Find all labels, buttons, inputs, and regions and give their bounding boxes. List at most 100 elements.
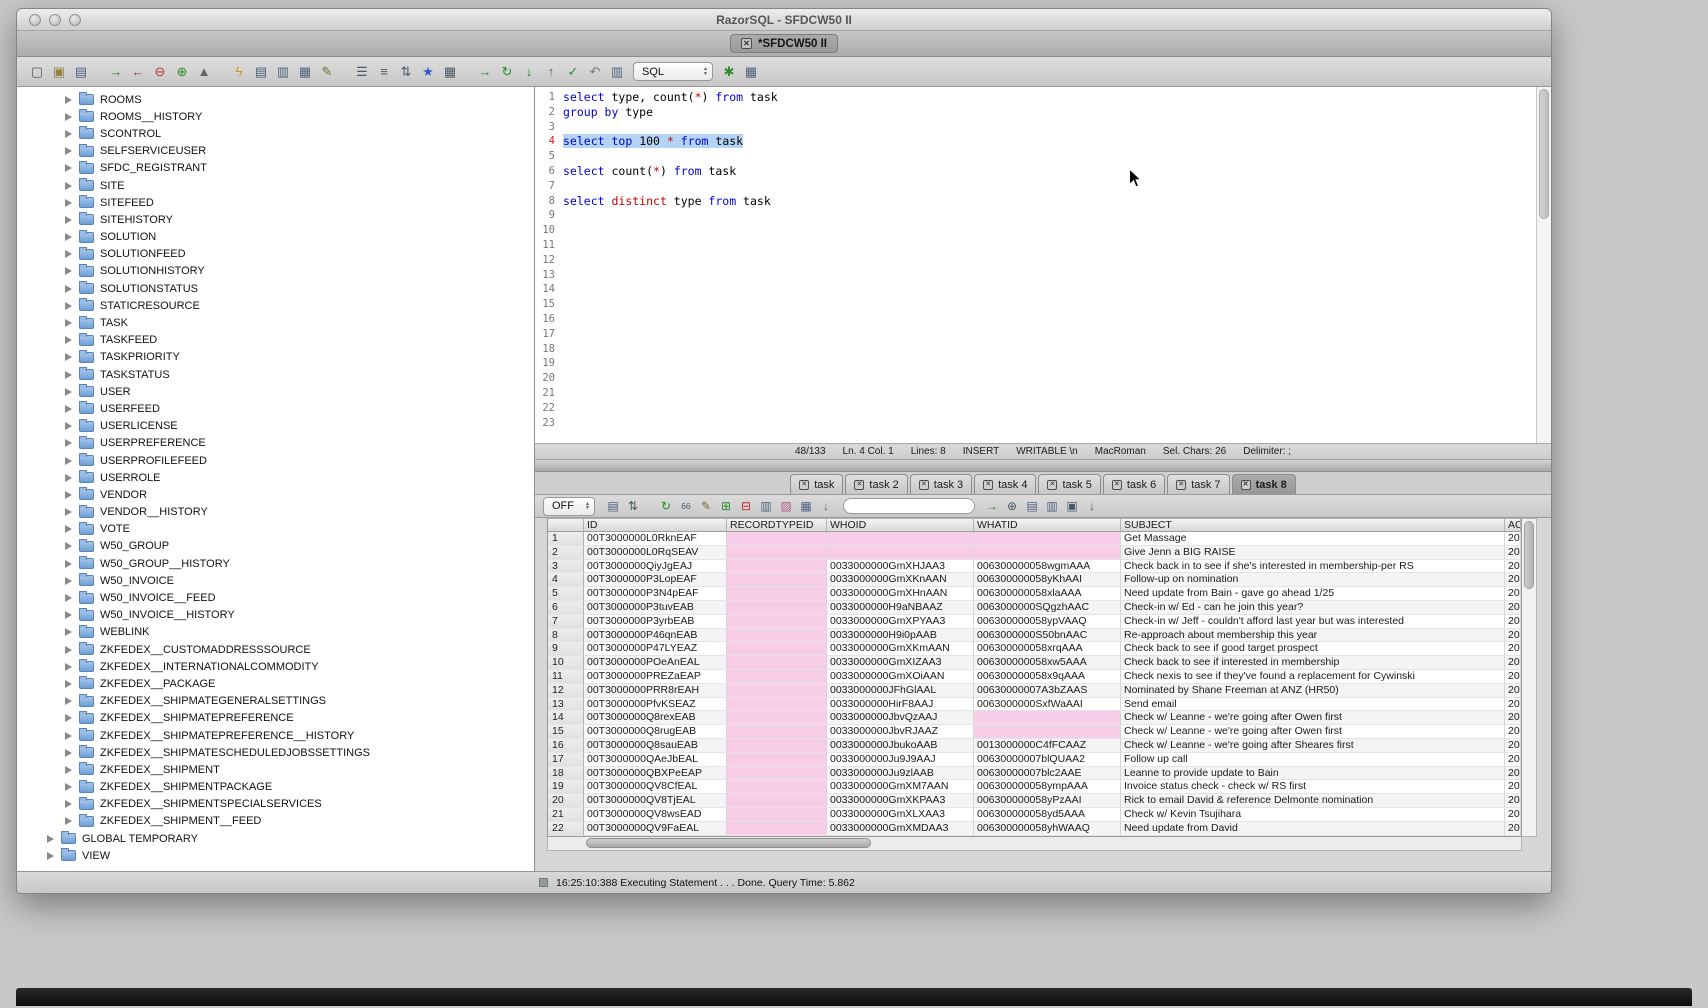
- table-cell[interactable]: 0033000000GmXHnAAN: [827, 587, 974, 601]
- sql-editor[interactable]: 1234567891011121314151617181920212223 se…: [535, 87, 1551, 444]
- tab-close-icon[interactable]: [1112, 480, 1122, 490]
- column-header-id[interactable]: ID: [584, 518, 727, 532]
- tree-item-zkfedex-shipment[interactable]: ZKFEDEX__SHIPMENT: [17, 761, 534, 778]
- download-icon[interactable]: ↓: [1083, 497, 1101, 515]
- tree-item-solution[interactable]: SOLUTION: [17, 229, 534, 246]
- table-cell[interactable]: 200: [1505, 670, 1521, 684]
- disclosure-triangle-icon[interactable]: [65, 714, 72, 722]
- row-number-cell[interactable]: 14: [548, 711, 584, 725]
- result-tab-task-8[interactable]: task 8: [1232, 474, 1296, 494]
- code-line[interactable]: [563, 120, 1536, 135]
- result-tab-task-6[interactable]: task 6: [1103, 474, 1165, 494]
- table-cell[interactable]: 006300000058x9qAAA: [974, 670, 1121, 684]
- table-cell[interactable]: 00T3000000L0RqSEAV: [584, 546, 727, 560]
- copy-icon[interactable]: ▥: [273, 62, 293, 82]
- tree-item-view[interactable]: VIEW: [17, 847, 534, 864]
- table-cell[interactable]: 006300000058xw5AAA: [974, 656, 1121, 670]
- table-row[interactable]: 2200T3000000QV9FaEAL0033000000GmXMDAA300…: [548, 822, 1521, 836]
- print-icon[interactable]: ▣: [1063, 497, 1081, 515]
- table-cell[interactable]: [727, 725, 827, 739]
- tree-item-vendor[interactable]: VENDOR: [17, 486, 534, 503]
- table-cell[interactable]: 00630000007blc2AAE: [974, 767, 1121, 781]
- disclosure-triangle-icon[interactable]: [65, 199, 72, 207]
- disclosure-triangle-icon[interactable]: [47, 852, 54, 860]
- row-number-cell[interactable]: 7: [548, 615, 584, 629]
- table-cell[interactable]: [727, 587, 827, 601]
- execute-icon[interactable]: →: [475, 62, 495, 82]
- table-row[interactable]: 1900T3000000QV8CfEAL0033000000GmXM7AAN00…: [548, 780, 1521, 794]
- execute-all-icon[interactable]: ↻: [497, 62, 517, 82]
- delete-object-icon[interactable]: ⊖: [150, 62, 170, 82]
- undo-icon[interactable]: ↶: [585, 62, 605, 82]
- table-cell[interactable]: 200: [1505, 560, 1521, 574]
- results-vertical-scrollbar[interactable]: [1522, 518, 1537, 837]
- scrollbar-thumb[interactable]: [1524, 521, 1534, 589]
- column-header-ac[interactable]: AC: [1505, 518, 1521, 532]
- table-cell[interactable]: 200: [1505, 684, 1521, 698]
- document-tab[interactable]: *SFDCW50 II: [730, 34, 838, 53]
- table-row[interactable]: 1500T3000000Q8rugEAB0033000000JbvRJAAZCh…: [548, 725, 1521, 739]
- code-line[interactable]: [563, 371, 1536, 386]
- validate-check-icon[interactable]: ✓: [563, 62, 583, 82]
- table-row[interactable]: 300T3000000QiyJgEAJ0033000000GmXHJAA3006…: [548, 560, 1521, 574]
- tree-item-sitefeed[interactable]: SITEFEED: [17, 194, 534, 211]
- copy-cell-icon[interactable]: ▥: [757, 497, 775, 515]
- find-next-icon[interactable]: →: [983, 497, 1001, 515]
- row-number-cell[interactable]: 19: [548, 780, 584, 794]
- tree-item-userlicense[interactable]: USERLICENSE: [17, 418, 534, 435]
- tree-item-w50-group[interactable]: W50_GROUP: [17, 538, 534, 555]
- disclosure-triangle-icon[interactable]: [65, 697, 72, 705]
- table-row[interactable]: 1000T3000000POeAnEAL0033000000GmXIZAA300…: [548, 656, 1521, 670]
- last-page-icon[interactable]: ▥: [1043, 497, 1061, 515]
- row-number-cell[interactable]: 11: [548, 670, 584, 684]
- table-cell[interactable]: Check w/ Leanne - we're going after Owen…: [1121, 711, 1505, 725]
- disclosure-triangle-icon[interactable]: [65, 732, 72, 740]
- tree-item-vote[interactable]: VOTE: [17, 521, 534, 538]
- table-cell[interactable]: 00T3000000QV8CfEAL: [584, 780, 727, 794]
- list-icon[interactable]: ☰: [352, 62, 372, 82]
- table-row[interactable]: 2000T3000000QV8TjEAL0033000000GmXKPAA300…: [548, 794, 1521, 808]
- disclosure-triangle-icon[interactable]: [65, 388, 72, 396]
- table-cell[interactable]: 00T3000000Q8rexEAB: [584, 711, 727, 725]
- scrollbar-thumb[interactable]: [586, 838, 871, 848]
- table-cell[interactable]: [727, 684, 827, 698]
- new-file-icon[interactable]: ▢: [27, 62, 47, 82]
- disclosure-triangle-icon[interactable]: [65, 766, 72, 774]
- code-line[interactable]: select type, count(*) from task: [563, 90, 1536, 105]
- first-page-icon[interactable]: ▤: [1023, 497, 1041, 515]
- table-cell[interactable]: 0063000000SQgzhAAC: [974, 601, 1121, 615]
- results-grid-icon[interactable]: ▦: [741, 62, 761, 82]
- table-cell[interactable]: 00T3000000P3LopEAF: [584, 573, 727, 587]
- tree-item-w50-invoice-history[interactable]: W50_INVOICE__HISTORY: [17, 607, 534, 624]
- code-line[interactable]: [563, 282, 1536, 297]
- column-header-whatid[interactable]: WHATID: [974, 518, 1121, 532]
- code-line[interactable]: [563, 416, 1536, 431]
- disclosure-triangle-icon[interactable]: [65, 405, 72, 413]
- disclosure-triangle-icon[interactable]: [65, 96, 72, 104]
- table-cell[interactable]: 00T3000000P3tuvEAB: [584, 601, 727, 615]
- table-cell[interactable]: 006300000058ympAAA: [974, 780, 1121, 794]
- fetch-next-icon[interactable]: ↓: [519, 62, 539, 82]
- horizontal-splitter[interactable]: [535, 460, 1551, 472]
- eject-connection-icon[interactable]: ▲: [194, 62, 214, 82]
- table-cell[interactable]: 200: [1505, 656, 1521, 670]
- tab-close-icon[interactable]: [919, 480, 929, 490]
- disclosure-triangle-icon[interactable]: [65, 749, 72, 757]
- table-row[interactable]: 1400T3000000Q8rexEAB0033000000JbvQzAAJCh…: [548, 711, 1521, 725]
- disclosure-triangle-icon[interactable]: [65, 233, 72, 241]
- tree-item-vendor-history[interactable]: VENDOR__HISTORY: [17, 504, 534, 521]
- tree-item-userpreference[interactable]: USERPREFERENCE: [17, 435, 534, 452]
- table-cell[interactable]: Check w/ Leanne - we're going after Owen…: [1121, 725, 1505, 739]
- table-row[interactable]: 500T3000000P3N4pEAF0033000000GmXHnAAN006…: [548, 587, 1521, 601]
- table-cell[interactable]: 200: [1505, 546, 1521, 560]
- code-line[interactable]: [563, 401, 1536, 416]
- tree-item-scontrol[interactable]: SCONTROL: [17, 125, 534, 142]
- tree-item-rooms[interactable]: ROOMS: [17, 91, 534, 108]
- table-row[interactable]: 200T3000000L0RqSEAVGive Jenn a BIG RAISE…: [548, 546, 1521, 560]
- tree-item-global-temporary[interactable]: GLOBAL TEMPORARY: [17, 830, 534, 847]
- table-cell[interactable]: 0033000000GmXPYAA3: [827, 615, 974, 629]
- tree-item-taskpriority[interactable]: TASKPRIORITY: [17, 349, 534, 366]
- disclosure-triangle-icon[interactable]: [65, 680, 72, 688]
- tab-close-icon[interactable]: [741, 38, 752, 49]
- code-line[interactable]: [563, 312, 1536, 327]
